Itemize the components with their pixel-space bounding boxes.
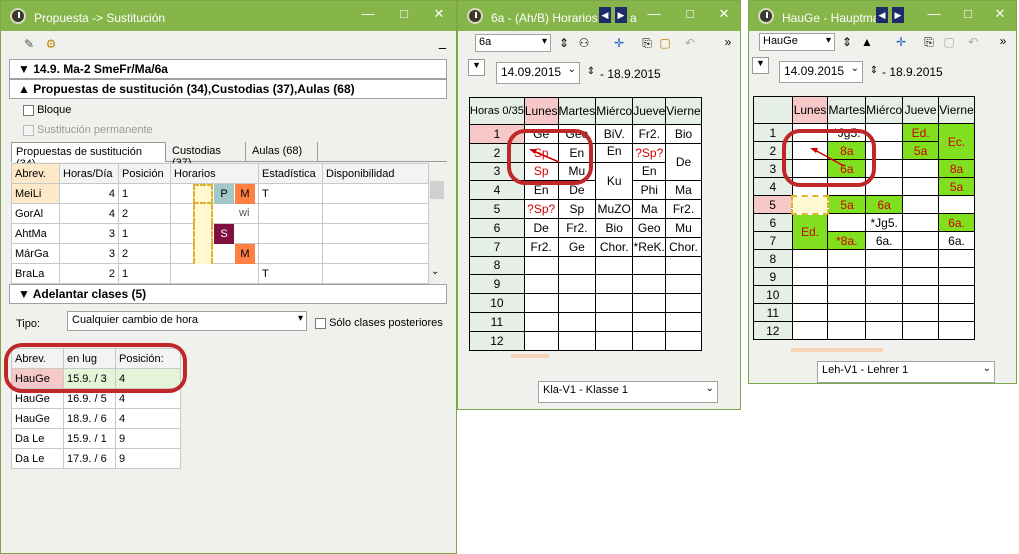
cell-position: 2 [118,203,171,224]
tipo-select[interactable]: Cualquier cambio de hora ▾ [67,311,307,331]
window-title: Propuesta -> Sustitución [34,11,166,25]
table-row[interactable]: MárGa 3 2 M [11,243,429,264]
schedule-m: M [235,244,255,264]
cell-hours: 4 [59,203,119,224]
teacher-timetable-window: HauGe - Hauptman ◀ ▶ — □ ✕ HauGe ▾ ⇕ ▲ ✛ … [748,0,1017,384]
col-availability[interactable]: Disponibilidad [322,163,429,184]
highlight-oval [4,343,187,393]
solo-posteriores-checkbox[interactable]: Sólo clases posteriores [315,317,443,329]
table-row[interactable]: BraLa 2 1 T [11,263,429,284]
highlight-oval [782,129,876,187]
cell-hours: 2 [59,263,119,284]
annotation-overlay [810,148,845,167]
cell-position: 1 [118,223,171,244]
cell-posicion: 9 [115,428,181,449]
tab-strip: Propuestas de sustitución (34) Custodias… [11,142,447,170]
cell-abrev: MeiLi [11,183,60,204]
cell-abrev: Da Le [11,428,64,449]
bloque-label: Bloque [37,104,72,116]
cell-abrev: BraLa [11,263,60,284]
tab-custodias[interactable]: Custodias (37) [168,142,246,169]
cell-stat [258,243,323,264]
tab-aulas[interactable]: Aulas (68) [248,142,318,161]
cell-schedule: wi [170,203,259,224]
cell-position: 1 [118,183,171,204]
proposals-section-header[interactable]: ▲ Propuestas de sustitución (34),Custodi… [9,79,447,99]
proposals-section-label: Propuestas de sustitución (34),Custodias… [33,82,355,96]
cell-abrev: HauGe [11,408,64,429]
solo-posteriores-label: Sólo clases posteriores [329,317,443,329]
maximize-button[interactable]: □ [394,5,414,23]
cell-avail [322,243,429,264]
cell-hours: 3 [59,243,119,264]
annotation-overlay [529,149,560,163]
cell-posicion: 4 [115,408,181,429]
edit-pencil-icon[interactable]: ✎ [21,36,37,52]
col-position[interactable]: Posición [118,163,171,184]
col-abrev[interactable]: Abrev. [11,163,60,184]
schedule-s: S [214,224,234,244]
tipo-label: Tipo: [16,318,41,330]
cell-stat [258,223,323,244]
advance-section-header[interactable]: ▼ Adelantar clases (5) [9,284,447,304]
table-row[interactable]: Da Le 15.9. / 19 [11,428,181,449]
pin-icon[interactable]: ⚊ [438,41,447,52]
table-row[interactable]: Da Le 17.9. / 69 [11,448,181,469]
cell-stat [258,203,323,224]
cell-en-lug: 17.9. / 6 [63,448,116,469]
settings-gear-icon[interactable]: ⚙ [43,36,59,52]
cell-stat: T [258,263,323,284]
cell-position: 1 [118,263,171,284]
cell-avail [322,263,429,284]
minimize-button[interactable]: — [358,5,378,23]
lesson-header[interactable]: ▼ 14.9. Ma-2 SmeFr/Ma/6a [9,59,447,79]
table-row[interactable]: GorAl 4 2 wi [11,203,429,224]
bloque-checkbox[interactable]: Bloque [23,104,71,116]
schedule-p: P [214,184,234,204]
schedule-m: M [235,184,255,204]
cell-posicion: 9 [115,448,181,469]
scroll-down-icon[interactable]: ⌄ [431,266,439,277]
cell-en-lug: 15.9. / 1 [63,428,116,449]
cell-schedule: S [170,223,259,244]
cell-abrev: Da Le [11,448,64,469]
cell-avail [322,183,429,204]
cell-avail [322,223,429,244]
untis-clock-icon [10,8,26,24]
cell-position: 2 [118,243,171,264]
cell-en-lug: 18.9. / 6 [63,408,116,429]
tipo-value: Cualquier cambio de hora [72,314,198,326]
cell-abrev: MárGa [11,243,60,264]
cell-schedule [170,263,259,284]
cell-stat: T [258,183,323,204]
table-row[interactable]: HauGe 18.9. / 64 [11,408,181,429]
title-bar[interactable]: Propuesta -> Sustitución — □ ✕ [1,1,456,31]
schedule-text: wi [239,207,250,219]
col-schedules[interactable]: Horarios [170,163,259,184]
col-statistics[interactable]: Estadística [258,163,323,184]
advance-section-label: Adelantar clases (5) [32,287,147,301]
chevron-down-icon: ▾ [297,313,303,324]
cell-avail [322,203,429,224]
proposals-table: Abrev. Horas/Día Posición Horarios Estad… [11,163,429,284]
permanent-label: Sustitución permanente [37,124,153,136]
table-row[interactable]: MeiLi 4 1 PM T [11,183,429,204]
cell-hours: 3 [59,223,119,244]
table-scrollbar-thumb[interactable] [430,181,444,199]
permanent-checkbox[interactable]: Sustitución permanente [23,124,153,136]
table-row[interactable]: AhtMa 3 1 S [11,223,429,244]
close-button[interactable]: ✕ [429,5,449,23]
tab-proposals[interactable]: Propuestas de sustitución (34) [11,142,166,170]
cell-hours: 4 [59,183,119,204]
lesson-label: 14.9. Ma-2 SmeFr/Ma/6a [33,62,168,76]
cell-schedule: M [170,243,259,264]
cell-schedule: PM [170,183,259,204]
cell-abrev: AhtMa [11,223,60,244]
cell-abrev: GorAl [11,203,60,224]
class-timetable-window: 6a - (Ah/B) Horarios ◀ ▶ a — □ ✕ 6a ▾ ⇕ ⚇… [457,0,741,410]
substitution-window: Propuesta -> Sustitución — □ ✕ ✎ ⚙ ⚊ ▼ 1… [0,0,457,554]
col-hours-day[interactable]: Horas/Día [59,163,119,184]
highlight-oval [507,129,593,185]
